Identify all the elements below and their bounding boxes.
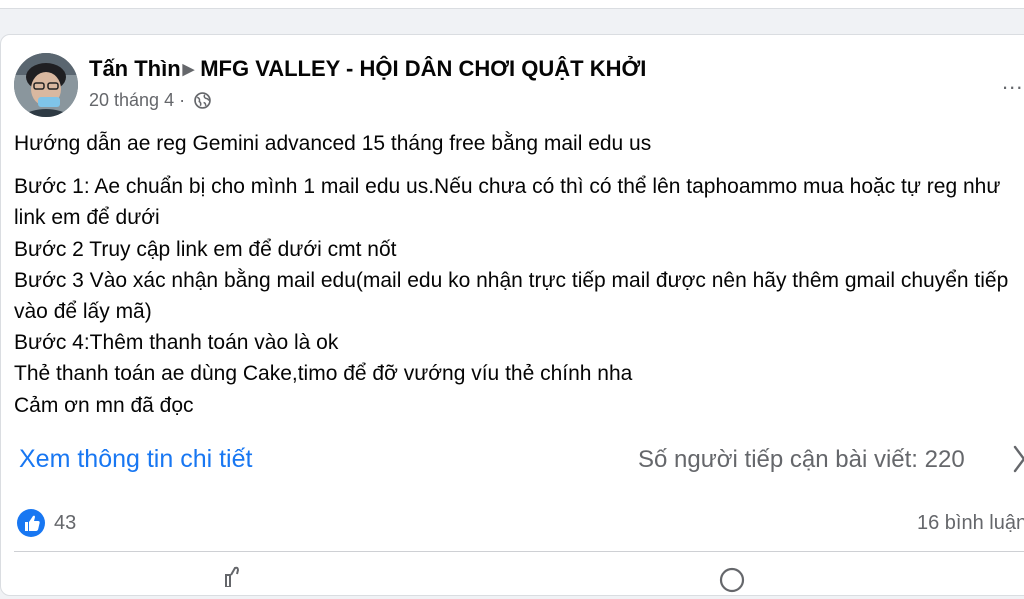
- post-line: Thẻ thanh toán ae dùng Cake,timo để đỡ v…: [14, 362, 633, 386]
- post-line: Bước 3 Vào xác nhận bằng mail edu(mail e…: [14, 268, 1009, 324]
- post-date[interactable]: 20 tháng 4: [89, 90, 174, 110]
- post-line: Bước 4:Thêm thanh toán vào là ok: [14, 331, 339, 355]
- group-name[interactable]: MFG VALLEY - HỘI DÂN CHƠI QUẬT KHỞI: [200, 56, 646, 81]
- post-intro: Hướng dẫn ae reg Gemini advanced 15 thán…: [14, 132, 652, 155]
- actions-divider: [14, 551, 1024, 552]
- like-reaction-icon[interactable]: [17, 509, 45, 537]
- post-line: Cảm ơn mn đã đọc: [14, 393, 194, 417]
- comment-action-icon[interactable]: [718, 566, 746, 594]
- globe-icon[interactable]: [194, 92, 211, 114]
- like-action-icon[interactable]: [222, 565, 244, 588]
- post-meta: 20 tháng 4 ·: [89, 89, 211, 114]
- author-name[interactable]: Tấn Thìn: [89, 56, 181, 81]
- view-insights-link[interactable]: Xem thông tin chi tiết: [19, 443, 252, 475]
- post-reach: Số người tiếp cận bài viết: 220: [638, 446, 965, 473]
- chevron-right-icon[interactable]: [1012, 444, 1024, 479]
- more-options-button[interactable]: ...: [1002, 71, 1023, 93]
- comment-count[interactable]: 16 bình luận: [917, 511, 1024, 535]
- post-body: Hướng dẫn ae reg Gemini advanced 15 thán…: [14, 128, 1019, 421]
- post-line: Bước 2 Truy cập link em để dưới cmt nốt: [14, 237, 397, 261]
- author-avatar[interactable]: [14, 53, 78, 117]
- previous-post-card: [0, 0, 1024, 9]
- meta-separator: ·: [179, 90, 186, 110]
- caret-right-icon: ▶: [182, 61, 195, 78]
- post-header: Tấn Thìn ▶ MFG VALLEY - HỘI DÂN CHƠI QUẬT …: [89, 56, 646, 83]
- like-count[interactable]: 43: [54, 511, 76, 535]
- post-line: Bước 1: Ae chuẩn bị cho mình 1 mail edu …: [14, 175, 1001, 230]
